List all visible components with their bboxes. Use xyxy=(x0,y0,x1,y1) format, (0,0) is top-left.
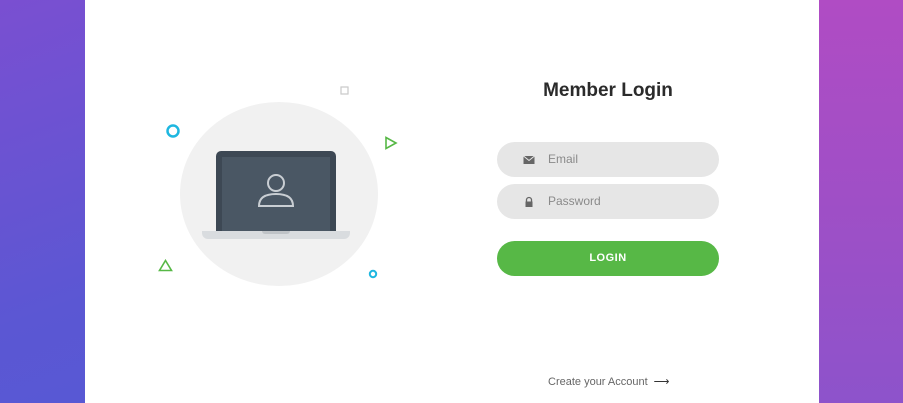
lock-icon xyxy=(525,196,533,207)
login-button[interactable]: LOGIN xyxy=(497,241,719,276)
laptop-notch xyxy=(262,231,290,234)
login-card: Member Login Email Password LOGIN Create… xyxy=(85,0,819,403)
password-placeholder: Password xyxy=(548,194,601,208)
background-right xyxy=(819,0,903,403)
circle-outline-icon xyxy=(166,124,180,138)
login-illustration xyxy=(85,0,465,403)
email-field[interactable]: Email xyxy=(497,142,719,177)
user-icon xyxy=(257,174,295,207)
create-account-label: Create your Account xyxy=(548,376,648,388)
triangle-up-icon xyxy=(158,259,173,272)
square-outline-icon xyxy=(340,86,349,95)
triangle-right-icon xyxy=(385,136,398,150)
email-placeholder: Email xyxy=(548,152,579,166)
password-field[interactable]: Password xyxy=(497,184,719,219)
page-title: Member Login xyxy=(543,80,673,101)
small-circle-outline-icon xyxy=(368,269,378,279)
create-account-link[interactable]: Create your Account ⟶ xyxy=(548,375,669,388)
arrow-right-icon: ⟶ xyxy=(653,376,670,388)
envelope-icon xyxy=(523,155,535,164)
